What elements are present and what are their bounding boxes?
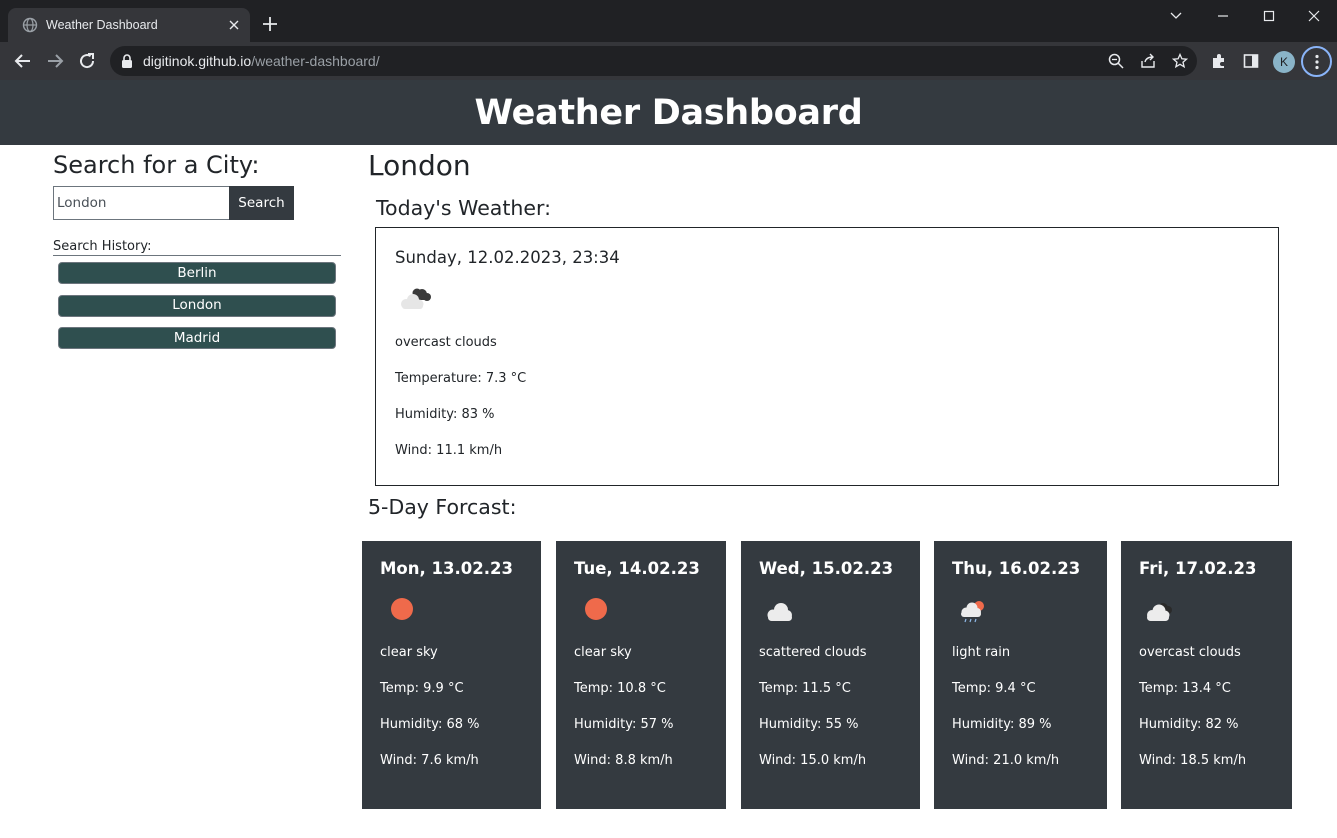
address-bar[interactable]: digitinok.github.io/weather-dashboard/ bbox=[110, 46, 1197, 76]
today-humidity: Humidity: 83 % bbox=[395, 407, 495, 422]
forecast-temp: Temp: 13.4 °C bbox=[1139, 681, 1231, 696]
extensions-puzzle-icon[interactable] bbox=[1209, 51, 1229, 71]
forecast-wind: Wind: 8.8 km/h bbox=[574, 753, 673, 768]
forecast-humidity: Humidity: 68 % bbox=[380, 717, 480, 732]
history-button-berlin[interactable]: Berlin bbox=[58, 262, 336, 284]
forecast-temp: Temp: 9.9 °C bbox=[380, 681, 464, 696]
search-history-label: Search History: bbox=[53, 239, 341, 256]
forecast-date: Tue, 14.02.23 bbox=[574, 559, 700, 578]
today-heading: Today's Weather: bbox=[376, 196, 551, 220]
page-header: Weather Dashboard bbox=[0, 80, 1337, 145]
forecast-card: Mon, 13.02.23 clear sky Temp: 9.9 °C Hum… bbox=[362, 541, 541, 809]
forecast-date: Mon, 13.02.23 bbox=[380, 559, 513, 578]
star-bookmark-icon[interactable] bbox=[1172, 53, 1188, 69]
overcast-clouds-icon bbox=[395, 284, 437, 314]
forecast-date: Fri, 17.02.23 bbox=[1139, 559, 1257, 578]
forecast-card: Fri, 17.02.23 overcast clouds Temp: 13.4… bbox=[1121, 541, 1292, 809]
today-description: overcast clouds bbox=[395, 335, 497, 350]
forecast-description: clear sky bbox=[380, 645, 438, 660]
forecast-heading: 5-Day Forcast: bbox=[368, 495, 517, 519]
forecast-wind: Wind: 15.0 km/h bbox=[759, 753, 867, 768]
forecast-description: overcast clouds bbox=[1139, 645, 1241, 660]
reload-icon[interactable] bbox=[77, 51, 97, 71]
forecast-wind: Wind: 21.0 km/h bbox=[952, 753, 1060, 768]
back-arrow-icon[interactable] bbox=[13, 51, 33, 71]
today-temperature: Temperature: 7.3 °C bbox=[395, 371, 527, 386]
forecast-humidity: Humidity: 57 % bbox=[574, 717, 674, 732]
overcast-clouds-icon bbox=[1139, 598, 1179, 624]
maximize-window-icon[interactable] bbox=[1255, 6, 1283, 26]
search-form: Search bbox=[53, 186, 341, 220]
forecast-description: light rain bbox=[952, 645, 1011, 660]
profile-avatar[interactable]: K bbox=[1273, 51, 1295, 73]
browser-toolbar: digitinok.github.io/weather-dashboard/ K bbox=[0, 42, 1337, 80]
forecast-description: scattered clouds bbox=[759, 645, 867, 660]
close-tab-icon[interactable] bbox=[226, 17, 242, 33]
kebab-menu-icon[interactable] bbox=[1301, 46, 1332, 77]
forecast-card: Thu, 16.02.23 light rain Temp: 9.4 °C Hu… bbox=[934, 541, 1107, 809]
browser-tab[interactable]: Weather Dashboard bbox=[8, 8, 250, 42]
today-weather-card: Sunday, 12.02.2023, 23:34 overcast cloud… bbox=[375, 227, 1279, 486]
forward-arrow-icon[interactable] bbox=[45, 51, 65, 71]
search-sidebar: Search for a City: Search Search History… bbox=[53, 150, 341, 360]
search-button[interactable]: Search bbox=[229, 186, 294, 220]
forecast-wind: Wind: 7.6 km/h bbox=[380, 753, 479, 768]
url-text: digitinok.github.io/weather-dashboard/ bbox=[143, 53, 380, 69]
clear-sky-icon bbox=[380, 598, 420, 624]
history-button-london[interactable]: London bbox=[58, 294, 336, 317]
new-tab-icon[interactable] bbox=[261, 15, 279, 33]
city-search-input[interactable] bbox=[53, 186, 229, 220]
forecast-card: Wed, 15.02.23 scattered clouds Temp: 11.… bbox=[741, 541, 920, 809]
weather-main: London Today's Weather: Sunday, 12.02.20… bbox=[362, 146, 1298, 809]
today-wind: Wind: 11.1 km/h bbox=[395, 443, 503, 458]
forecast-humidity: Humidity: 89 % bbox=[952, 717, 1052, 732]
tab-title: Weather Dashboard bbox=[46, 18, 158, 32]
page-title: Weather Dashboard bbox=[474, 92, 863, 133]
tab-search-chevron-icon[interactable] bbox=[1162, 6, 1190, 26]
forecast-temp: Temp: 11.5 °C bbox=[759, 681, 851, 696]
forecast-date: Wed, 15.02.23 bbox=[759, 559, 894, 578]
search-heading: Search for a City: bbox=[53, 151, 260, 179]
forecast-date: Thu, 16.02.23 bbox=[952, 559, 1081, 578]
minimize-window-icon[interactable] bbox=[1209, 6, 1237, 26]
search-history-list: Berlin London Madrid bbox=[58, 262, 341, 349]
history-button-madrid[interactable]: Madrid bbox=[58, 327, 336, 349]
close-window-icon[interactable] bbox=[1300, 6, 1328, 26]
forecast-humidity: Humidity: 55 % bbox=[759, 717, 859, 732]
side-panel-icon[interactable] bbox=[1241, 51, 1261, 71]
forecast-temp: Temp: 10.8 °C bbox=[574, 681, 666, 696]
zoom-icon[interactable] bbox=[1108, 53, 1124, 69]
forecast-card: Tue, 14.02.23 clear sky Temp: 10.8 °C Hu… bbox=[556, 541, 726, 809]
forecast-humidity: Humidity: 82 % bbox=[1139, 717, 1239, 732]
forecast-description: clear sky bbox=[574, 645, 632, 660]
clear-sky-icon bbox=[574, 598, 614, 624]
lock-icon[interactable] bbox=[121, 54, 133, 68]
share-icon[interactable] bbox=[1140, 53, 1156, 69]
scattered-clouds-icon bbox=[759, 598, 799, 624]
today-date: Sunday, 12.02.2023, 23:34 bbox=[395, 248, 620, 267]
browser-tab-strip: Weather Dashboard bbox=[0, 0, 1337, 42]
forecast-temp: Temp: 9.4 °C bbox=[952, 681, 1036, 696]
city-name: London bbox=[368, 149, 471, 182]
light-rain-icon bbox=[952, 598, 992, 624]
forecast-wind: Wind: 18.5 km/h bbox=[1139, 753, 1247, 768]
globe-icon bbox=[22, 17, 38, 33]
